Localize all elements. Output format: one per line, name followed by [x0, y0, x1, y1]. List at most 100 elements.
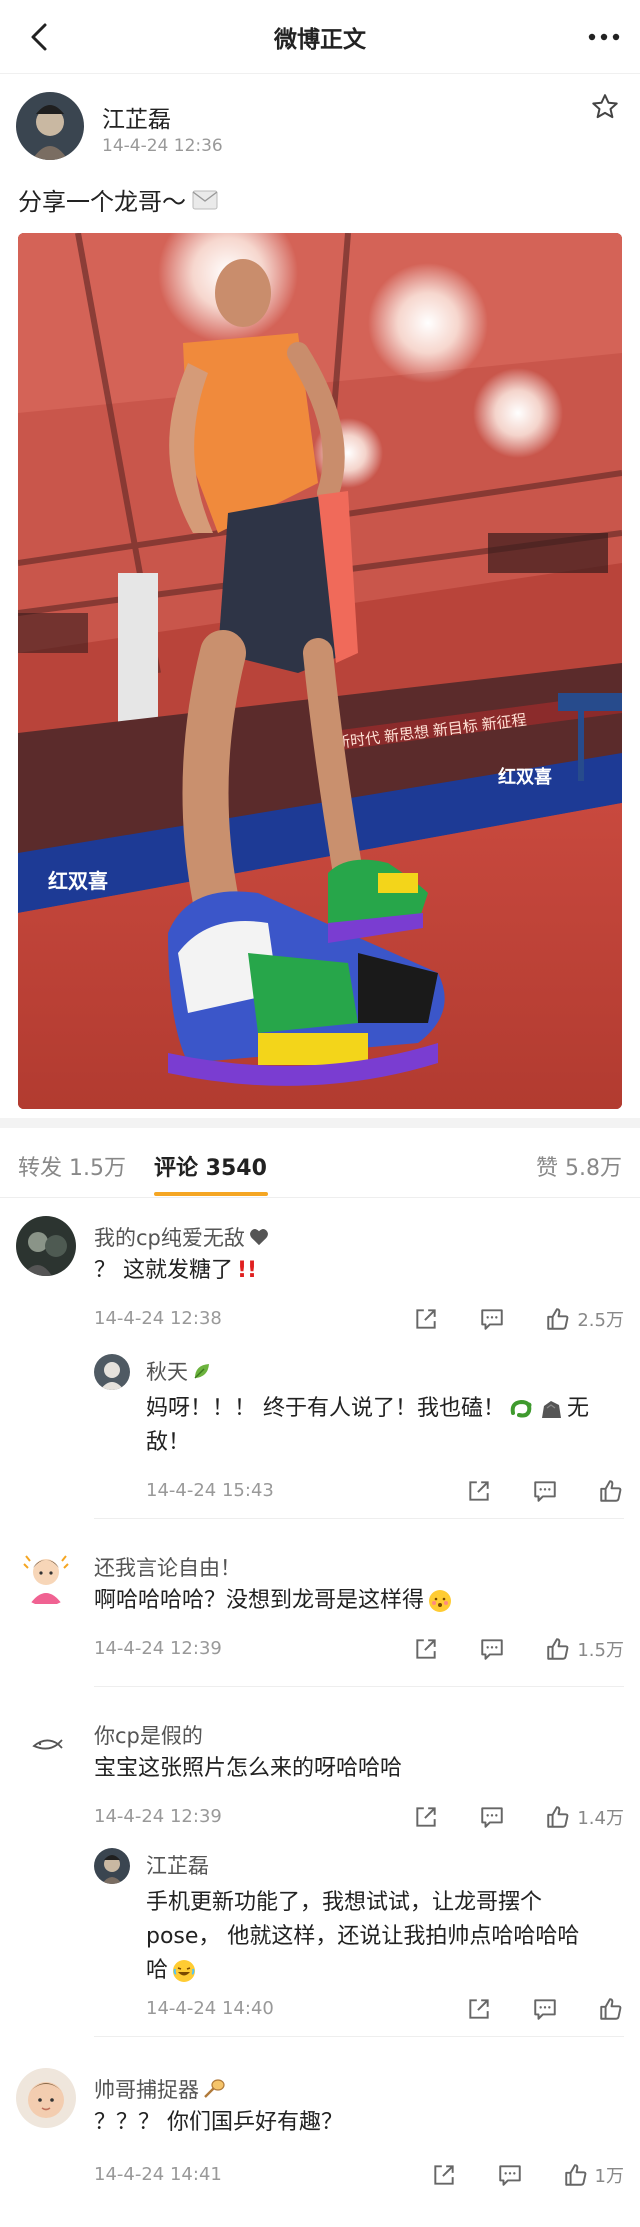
blush-emoji-icon	[429, 1590, 452, 1612]
share-icon	[469, 1999, 489, 2019]
comment-actions: 1.4万	[373, 1802, 624, 1832]
comment-author-name: 还我言论自由！	[94, 1556, 241, 1580]
reply-text-line: pose， 他就这样，还说让我拍帅点哈哈哈哈	[146, 1924, 580, 1949]
comment-text: ？？？ 你们国乒好有趣？	[94, 2110, 343, 2135]
share-button[interactable]	[431, 2160, 457, 2190]
reply-text-line: 敌！	[146, 1430, 191, 1455]
ellipsis-icon	[588, 33, 620, 41]
comment-item: 我的cp纯爱无敌 ？ 这就发糖了 !! 14-4-24 12:38 2.5万 秋…	[0, 1216, 640, 1506]
like-count: 1.5万	[577, 1640, 624, 1661]
comment-icon	[534, 1481, 556, 1502]
rock-icon	[542, 1401, 561, 1418]
like-button[interactable]: 1万	[563, 2160, 624, 2190]
comment-text-content: 啊哈哈哈哈？没想到龙哥是这样得	[94, 1588, 425, 1613]
comment-text: 宝宝这张照片怎么来的呀哈哈哈	[94, 1756, 403, 1781]
reply-author[interactable]: 江芷磊	[146, 1850, 209, 1880]
post-tabs: 转发 1.5万 评论 3540 赞 5.8万	[0, 1128, 640, 1198]
comment-actions: 2.5万	[373, 1304, 624, 1334]
page-title: 微博正文	[274, 26, 366, 53]
thumbs-up-icon	[564, 2164, 586, 2186]
share-button[interactable]	[413, 1304, 439, 1334]
reply-text-line: 妈呀！！！ 终于有人说了！我也磕！	[146, 1396, 505, 1421]
reply-author-name: 江芷磊	[146, 1854, 209, 1878]
chevron-left-icon	[31, 23, 47, 51]
reply-button[interactable]	[479, 1304, 505, 1334]
reply-button[interactable]	[532, 1476, 558, 1506]
more-button[interactable]	[582, 20, 626, 54]
comment-icon	[481, 1807, 504, 1828]
laughing-tears-emoji-icon	[173, 1960, 196, 1982]
like-button[interactable]	[598, 1476, 624, 1506]
reply-text-line: 无	[567, 1396, 590, 1421]
like-count: 1.4万	[577, 1808, 624, 1829]
share-icon	[469, 1481, 489, 1501]
like-count: 1万	[594, 2166, 624, 2187]
star-icon	[592, 94, 618, 119]
avatar[interactable]	[94, 1848, 130, 1884]
comment-author[interactable]: 我的cp纯爱无敌	[94, 1222, 269, 1252]
section-divider	[0, 1118, 640, 1128]
comment-time: 14-4-24 14:41	[94, 2164, 222, 2185]
thumbs-up-icon	[547, 1308, 569, 1330]
tab-likes[interactable]: 赞 5.8万	[536, 1150, 622, 1182]
reply-actions	[426, 1476, 624, 1506]
avatar[interactable]	[16, 1714, 76, 1774]
reply-button[interactable]	[479, 1634, 505, 1664]
like-button[interactable]: 2.5万	[545, 1304, 624, 1334]
share-icon	[416, 1309, 437, 1329]
author-name[interactable]: 江芷磊	[102, 100, 171, 134]
avatar[interactable]	[16, 2068, 76, 2128]
share-icon	[416, 1807, 437, 1827]
comment-separator	[94, 1686, 624, 1687]
post-text: 分享一个龙哥～	[18, 182, 218, 217]
tab-comments[interactable]: 评论 3540	[154, 1150, 267, 1182]
avatar[interactable]	[16, 1546, 76, 1606]
share-button[interactable]	[466, 1994, 492, 2024]
comment-author[interactable]: 你cp是假的	[94, 1720, 203, 1750]
reply-text-line: 哈	[146, 1958, 169, 1983]
like-count: 2.5万	[577, 1310, 624, 1331]
post-time: 14-4-24 12:36	[102, 136, 223, 156]
post-author: 江芷磊 14-4-24 12:36	[16, 92, 624, 164]
reply-button[interactable]	[497, 2160, 523, 2190]
banner-text-right: 红双喜	[498, 766, 552, 787]
reply-button[interactable]	[532, 1994, 558, 2024]
like-button[interactable]	[598, 1994, 624, 2024]
net-icon	[204, 2079, 225, 2098]
comment-icon	[498, 2165, 521, 2186]
like-button[interactable]: 1.4万	[545, 1802, 624, 1832]
avatar[interactable]	[94, 1354, 130, 1390]
back-button[interactable]	[22, 20, 56, 54]
comment-author[interactable]: 还我言论自由！	[94, 1552, 241, 1582]
comment-text: ？ 这就发糖了 !!	[94, 1254, 614, 1288]
share-button[interactable]	[413, 1634, 439, 1664]
thumbs-up-icon	[547, 1638, 569, 1660]
banner-text-left: 红双喜	[48, 869, 108, 893]
like-button[interactable]: 1.5万	[545, 1634, 624, 1664]
reply-time: 14-4-24 15:43	[146, 1480, 274, 1501]
comment-item: 你cp是假的 宝宝这张照片怎么来的呀哈哈哈 14-4-24 12:39 1.4万…	[0, 1714, 640, 2020]
comment-author-name: 帅哥捕捉器	[94, 2078, 199, 2102]
dragon-icon	[510, 1399, 532, 1418]
comment-author-name: 你cp是假的	[94, 1724, 203, 1748]
leaf-icon	[194, 1364, 209, 1379]
share-button[interactable]	[466, 1476, 492, 1506]
comment-text: 啊哈哈哈哈？没想到龙哥是这样得	[94, 1584, 614, 1618]
comment-actions: 1万	[391, 2160, 624, 2190]
reply-author[interactable]: 秋天	[146, 1356, 212, 1386]
post-text-content: 分享一个龙哥～	[18, 188, 186, 216]
double-exclamation-icon: !!	[237, 1258, 258, 1283]
avatar[interactable]	[16, 92, 84, 160]
favorite-button[interactable]	[590, 92, 620, 122]
share-button[interactable]	[413, 1802, 439, 1832]
reply-button[interactable]	[479, 1802, 505, 1832]
active-tab-indicator	[154, 1192, 268, 1196]
share-icon	[416, 1639, 437, 1659]
avatar[interactable]	[16, 1216, 76, 1276]
tab-reposts[interactable]: 转发 1.5万	[18, 1150, 126, 1182]
thumbs-up-icon	[600, 1480, 622, 1502]
reply-actions	[426, 1994, 624, 2024]
post-photo[interactable]: 红双喜 红双喜 新时代 新思想 新目标 新征程	[18, 233, 622, 1109]
comment-time: 14-4-24 12:38	[94, 1308, 222, 1329]
comment-author[interactable]: 帅哥捕捉器	[94, 2074, 225, 2104]
